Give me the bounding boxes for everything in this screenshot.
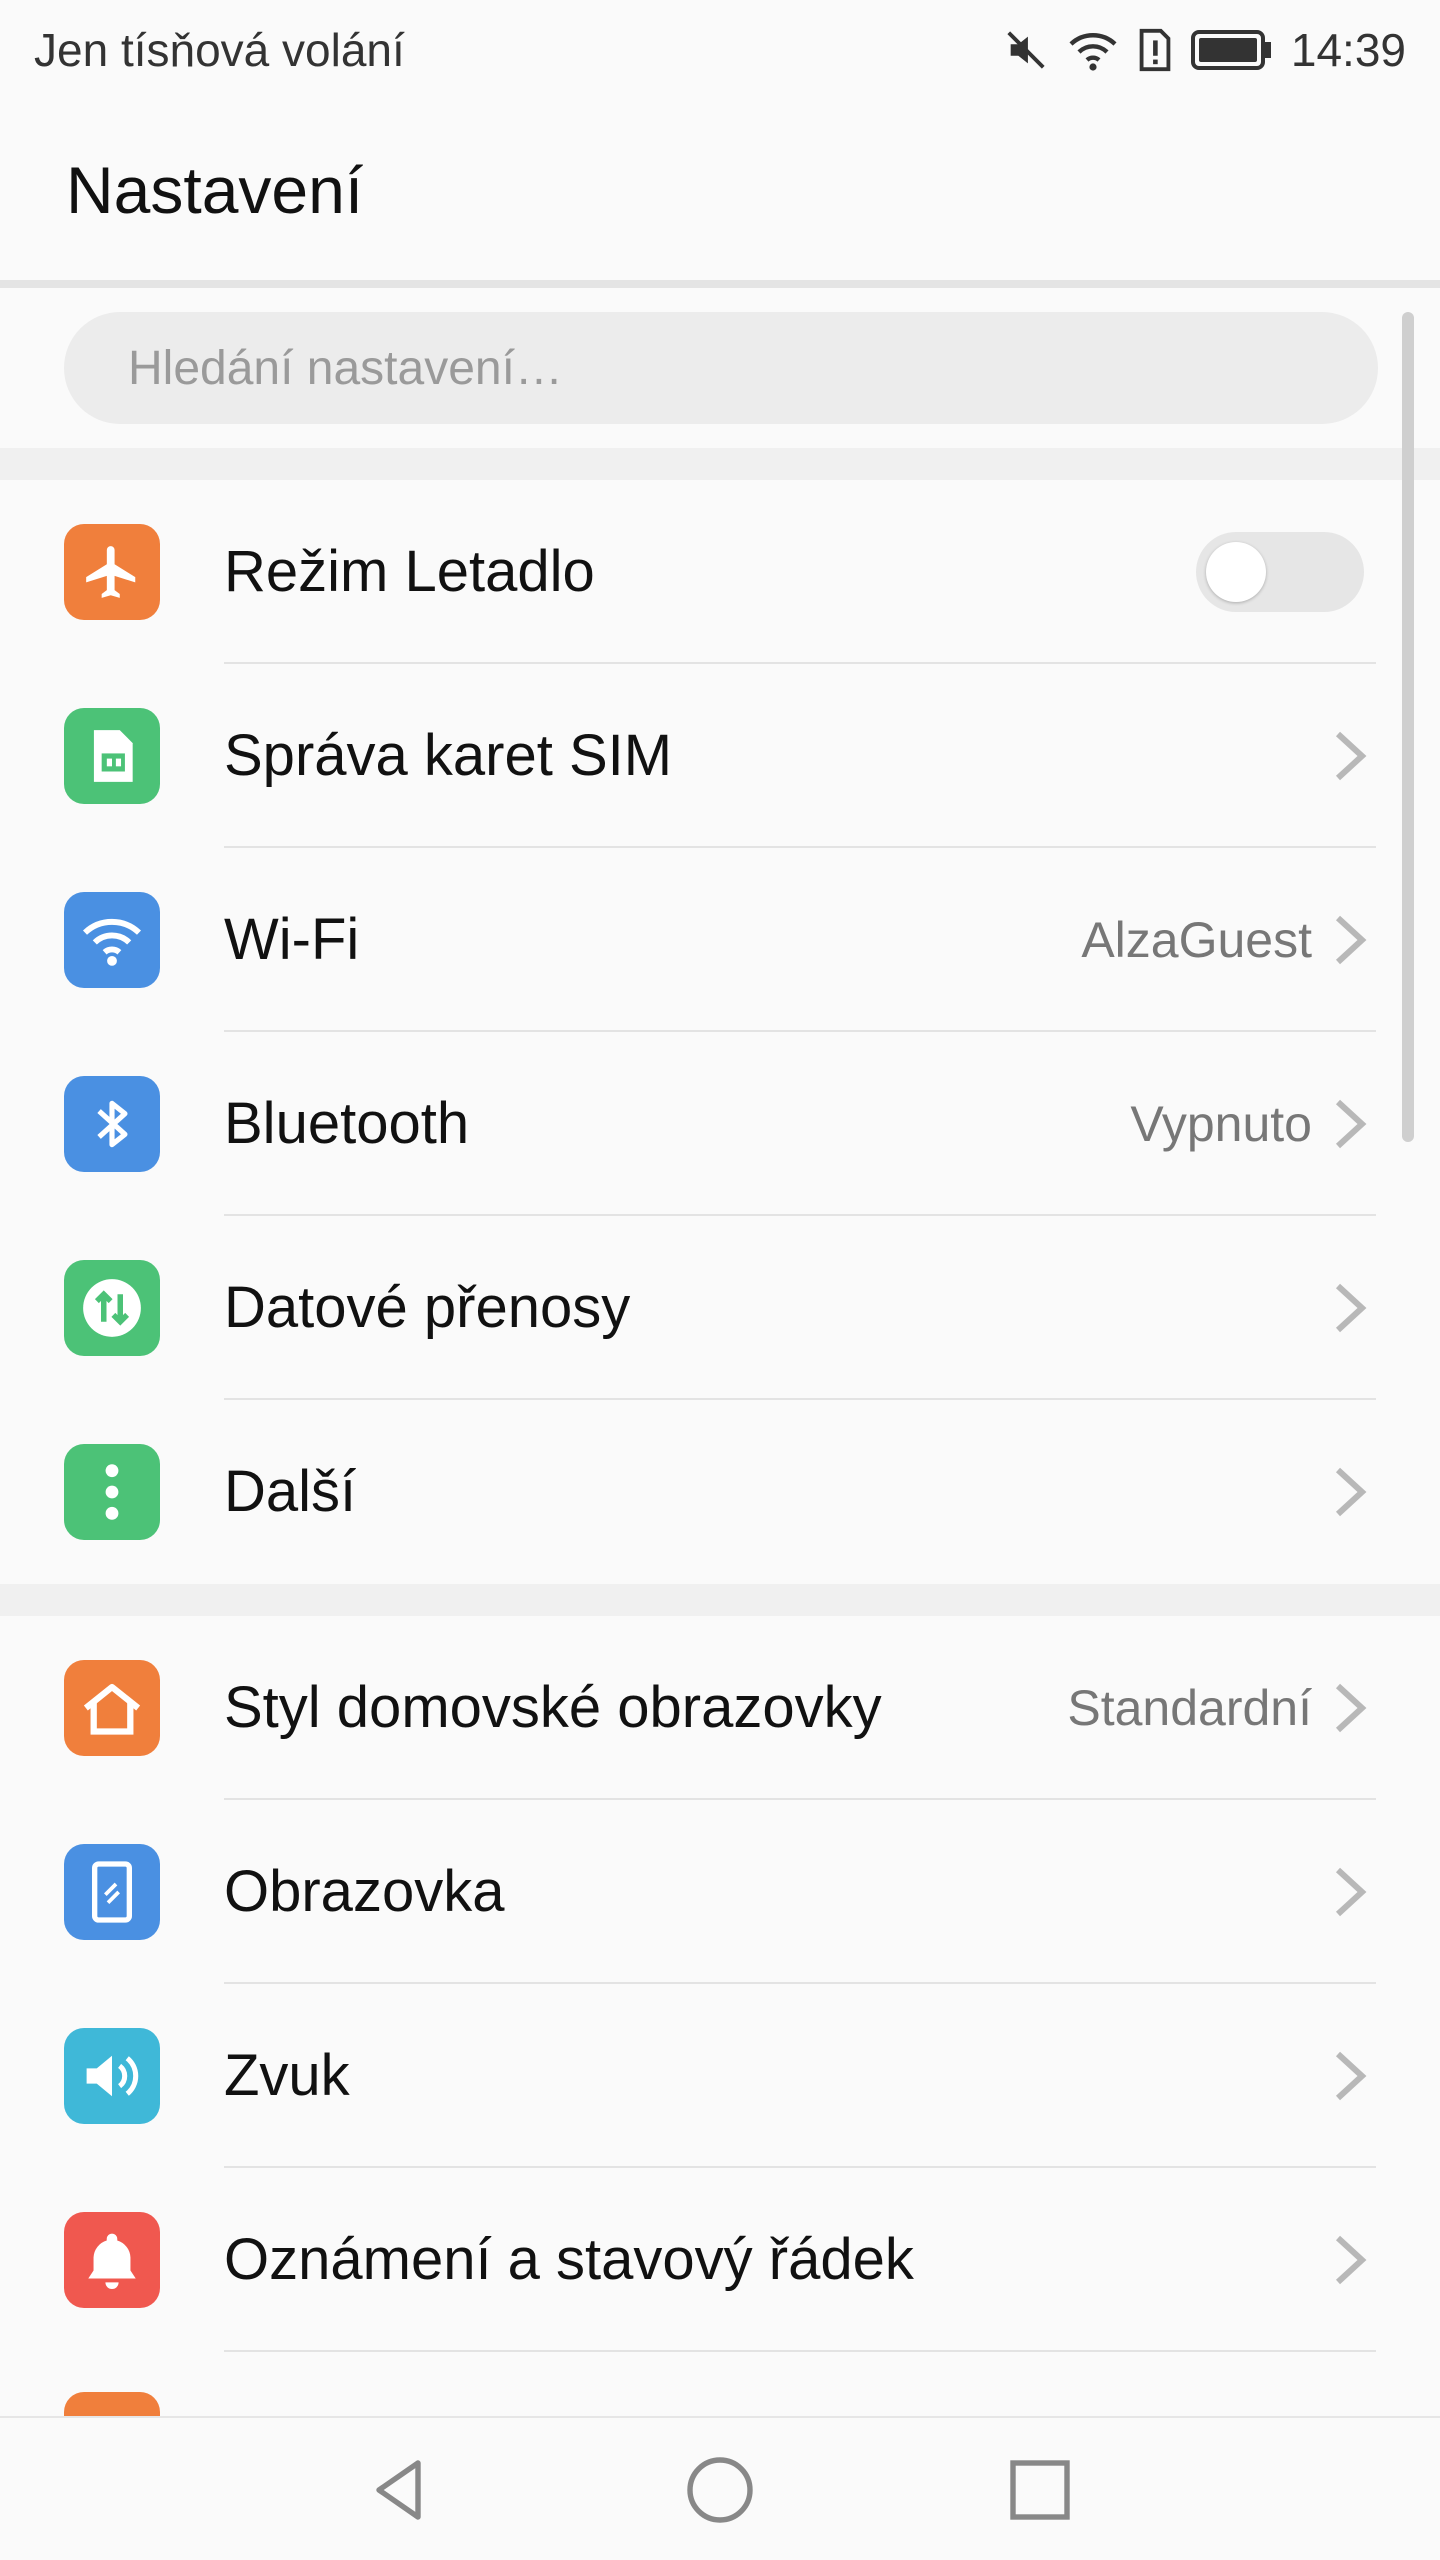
chevron-right-icon [1335,1683,1367,1733]
settings-item-data-transfer[interactable]: Datové přenosy [0,1216,1440,1400]
airplane-icon [64,524,160,620]
wifi-network-value: AlzaGuest [1081,912,1312,968]
settings-item-label: Datové přenosy [224,1275,631,1340]
settings-item-more[interactable]: Další [0,1400,1440,1584]
settings-item-sim-management[interactable]: Správa karet SIM [0,664,1440,848]
section-separator [0,1584,1440,1616]
chevron-right-icon [1335,2235,1367,2285]
sim-card-icon [64,708,160,804]
chevron-right-icon [1335,1867,1367,1917]
data-transfer-icon [64,1260,160,1356]
settings-item-display[interactable]: Obrazovka [0,1800,1440,1984]
wifi-icon [1067,27,1119,73]
chevron-right-icon [1335,731,1367,781]
settings-item-label: Zvuk [224,2043,350,2108]
page-title: Nastavení [66,153,364,227]
settings-section-connectivity: Režim Letadlo Správa karet SIM Wi-Fi Alz… [0,480,1440,1584]
search-area [0,288,1440,448]
bell-icon [64,2212,160,2308]
settings-item-airplane-mode[interactable]: Režim Letadlo [0,480,1440,664]
settings-item-label: Další [224,1459,357,1524]
search-input[interactable] [64,312,1378,424]
carrier-text: Jen tísňová volání [34,24,405,76]
status-icons: 14:39 [1003,23,1406,77]
chevron-right-icon [1335,915,1367,965]
bluetooth-status-value: Vypnuto [1130,1096,1312,1152]
chevron-right-icon [1335,1099,1367,1149]
settings-item-label: Režim Letadlo [224,539,595,604]
toggle-knob [1206,542,1266,602]
settings-item-bluetooth[interactable]: Bluetooth Vypnuto [0,1032,1440,1216]
settings-item-notifications[interactable]: Oznámení a stavový řádek [0,2168,1440,2352]
airplane-mode-toggle[interactable] [1196,532,1364,612]
next-item-icon [64,2392,160,2416]
settings-item-label: Wi-Fi [224,907,360,972]
settings-section-device: Styl domovské obrazovky Standardní Obraz… [0,1616,1440,2352]
wifi-icon [64,892,160,988]
home-screen-style-value: Standardní [1067,1680,1312,1736]
settings-item-label: Správa karet SIM [224,723,673,788]
row-divider [224,2350,1376,2352]
recents-icon[interactable] [1004,2454,1076,2526]
bluetooth-icon [64,1076,160,1172]
chevron-right-icon [1335,1283,1367,1333]
settings-item-label: Oznámení a stavový řádek [224,2227,914,2292]
header-divider [0,280,1440,288]
battery-icon [1190,30,1273,70]
app-header: Nastavení [0,100,1440,280]
mute-icon [1003,27,1049,73]
settings-item-wifi[interactable]: Wi-Fi AlzaGuest [0,848,1440,1032]
back-icon[interactable] [364,2454,436,2526]
display-icon [64,1844,160,1940]
more-icon [64,1444,160,1540]
clock: 14:39 [1290,24,1406,76]
settings-item-home-screen-style[interactable]: Styl domovské obrazovky Standardní [0,1616,1440,1800]
settings-item-sound[interactable]: Zvuk [0,1984,1440,2168]
section-separator [0,448,1440,480]
settings-item-label: Styl domovské obrazovky [224,1675,882,1740]
settings-item-label: Obrazovka [224,1859,505,1924]
sim-alert-icon [1137,27,1173,73]
sound-icon [64,2028,160,2124]
home-circle-icon[interactable] [684,2454,756,2526]
status-bar: Jen tísňová volání 14:39 [0,0,1440,100]
chevron-right-icon [1335,1467,1367,1517]
chevron-right-icon [1335,2051,1367,2101]
settings-item-label: Bluetooth [224,1091,470,1156]
scrollbar[interactable] [1402,312,1414,1142]
navigation-bar [0,2416,1440,2560]
home-icon [64,1660,160,1756]
